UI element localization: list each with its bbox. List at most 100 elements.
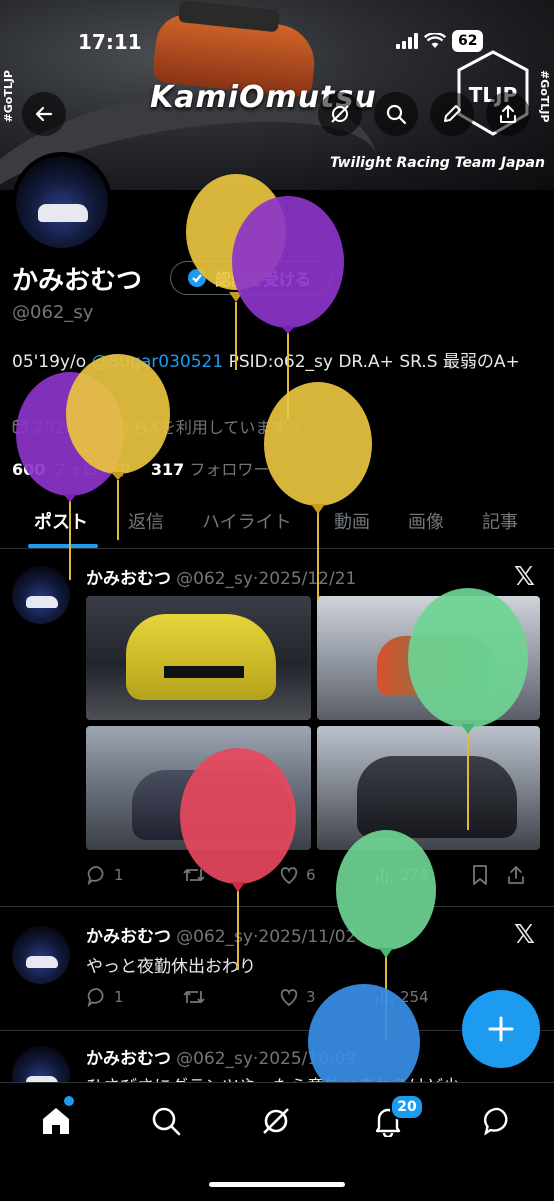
tab-highlights[interactable]: ハイライト xyxy=(202,508,292,534)
post-photo[interactable] xyxy=(317,596,540,720)
tab-replies[interactable]: 返信 xyxy=(128,508,164,534)
back-button[interactable] xyxy=(22,92,66,136)
post-author-name[interactable]: かみおむつ xyxy=(86,927,171,947)
views-button[interactable]: 274 xyxy=(374,865,470,885)
post-header: かみおむつ @062_sy·2025/11/02 xyxy=(86,922,356,947)
home-icon xyxy=(43,1108,69,1134)
post-author-handle: @062_sy xyxy=(176,1049,253,1069)
like-button[interactable]: 6 xyxy=(278,864,374,886)
post-photo[interactable] xyxy=(317,726,540,850)
post-avatar[interactable] xyxy=(12,926,70,984)
tab-articles[interactable]: 記事 xyxy=(482,508,518,534)
followers-label: フォロワー xyxy=(189,460,270,479)
search-icon xyxy=(152,1107,181,1136)
chevron-right-icon: › xyxy=(293,416,300,436)
grok-button[interactable] xyxy=(318,92,362,136)
profile-avatar[interactable] xyxy=(12,152,112,252)
post-header: かみおむつ @062_sy·2025/12/21 xyxy=(86,564,356,589)
x-logo-icon: 𝕏 xyxy=(514,562,535,592)
views-button[interactable]: 254 xyxy=(374,987,470,1007)
bookmark-button[interactable] xyxy=(470,864,506,886)
balloon-purple xyxy=(232,196,344,420)
post-date: 2025/11/02 xyxy=(258,927,357,947)
post-date: 2025/12/21 xyxy=(258,569,357,589)
pencil-icon xyxy=(444,105,461,122)
share-icon xyxy=(508,866,524,884)
reply-count: 1 xyxy=(114,866,124,884)
tab-videos[interactable]: 動画 xyxy=(334,508,370,534)
get-verified-label: 認証を受ける xyxy=(215,270,312,289)
repost-icon xyxy=(183,869,205,881)
following-link[interactable]: 600 フォロー中 xyxy=(12,460,131,479)
profile-tabs: ポスト 返信 ハイライト 動画 画像 記事 xyxy=(0,500,554,549)
grok-icon xyxy=(263,1108,289,1134)
repost-button[interactable] xyxy=(182,986,278,1008)
bio-mention-link[interactable]: @Sugar030521 xyxy=(92,352,224,372)
reply-button[interactable]: 1 xyxy=(86,986,182,1008)
post-avatar[interactable] xyxy=(12,566,70,624)
post-author-name[interactable]: かみおむつ xyxy=(86,1049,171,1069)
views-count: 254 xyxy=(400,988,429,1006)
share-icon xyxy=(500,105,516,123)
nav-search[interactable] xyxy=(146,1101,186,1141)
notifications-badge: 20 xyxy=(390,1094,424,1120)
post-author-name[interactable]: かみおむつ xyxy=(86,569,171,589)
compose-post-button[interactable] xyxy=(462,990,540,1068)
grok-icon xyxy=(331,105,349,123)
heart-icon xyxy=(280,867,298,885)
verified-badge-icon xyxy=(188,269,206,287)
banner-team-text: Twilight Racing Team Japan xyxy=(330,155,545,171)
joined-text: 2024年3月からXを利用しています xyxy=(34,418,288,437)
status-time: 17:11 xyxy=(78,30,142,54)
like-button[interactable]: 3 xyxy=(278,986,374,1008)
post-header: かみおむつ @062_sy·2025/10/09 xyxy=(86,1044,356,1069)
like-count: 3 xyxy=(306,988,316,1006)
nav-grok[interactable] xyxy=(256,1101,296,1141)
heart-icon xyxy=(280,989,298,1007)
reply-button[interactable]: 1 xyxy=(86,864,182,886)
post-actions: 1 6 274 xyxy=(86,864,546,886)
status-icons: 62 xyxy=(396,30,484,52)
following-label: フォロー中 xyxy=(50,460,131,479)
arrow-left-icon xyxy=(35,106,53,122)
following-count: 600 xyxy=(12,460,46,479)
views-count: 274 xyxy=(400,866,429,884)
nav-messages[interactable] xyxy=(478,1101,518,1141)
search-button[interactable] xyxy=(374,92,418,136)
banner-side-tag-right: #GoTLJP xyxy=(538,70,551,123)
edit-button[interactable] xyxy=(430,92,474,136)
reply-icon xyxy=(87,866,104,886)
plus-icon xyxy=(488,1016,514,1042)
post-photo[interactable] xyxy=(86,726,311,850)
search-icon xyxy=(386,104,407,125)
x-logo-icon: 𝕏 xyxy=(514,920,535,950)
profile-handle: @062_sy xyxy=(12,302,94,323)
reply-count: 1 xyxy=(114,988,124,1006)
wifi-icon xyxy=(424,33,446,48)
tab-posts[interactable]: ポスト xyxy=(34,508,88,534)
profile-bio: 05'19y/o @Sugar030521 PSID:o62_sy DR.A+ … xyxy=(12,348,542,376)
post-divider xyxy=(0,906,554,907)
home-unread-dot xyxy=(64,1096,74,1106)
repost-button[interactable] xyxy=(182,864,278,886)
cellular-signal-icon xyxy=(396,33,418,49)
get-verified-button[interactable]: 認証を受ける xyxy=(170,261,332,295)
bio-suffix: PSID:o62_sy DR.A+ SR.S 最弱のA+ xyxy=(223,352,520,372)
reply-icon xyxy=(87,988,104,1008)
views-icon xyxy=(376,869,393,883)
active-tab-indicator xyxy=(28,544,98,548)
share-post-button[interactable] xyxy=(506,864,542,886)
post-author-handle: @062_sy xyxy=(176,927,253,947)
share-button[interactable] xyxy=(486,92,530,136)
home-indicator xyxy=(209,1182,345,1187)
followers-link[interactable]: 317 フォロワー xyxy=(151,460,270,479)
banner-side-tag-left: #GoTLJP xyxy=(2,70,15,123)
tab-images[interactable]: 画像 xyxy=(408,508,444,534)
post-photo[interactable] xyxy=(86,596,311,720)
post-author-handle: @062_sy xyxy=(176,569,253,589)
repost-icon xyxy=(183,991,205,1003)
nav-home[interactable] xyxy=(36,1101,76,1141)
bio-prefix: 05'19y/o xyxy=(12,352,92,372)
followers-count: 317 xyxy=(150,460,185,479)
views-icon xyxy=(376,991,393,1005)
